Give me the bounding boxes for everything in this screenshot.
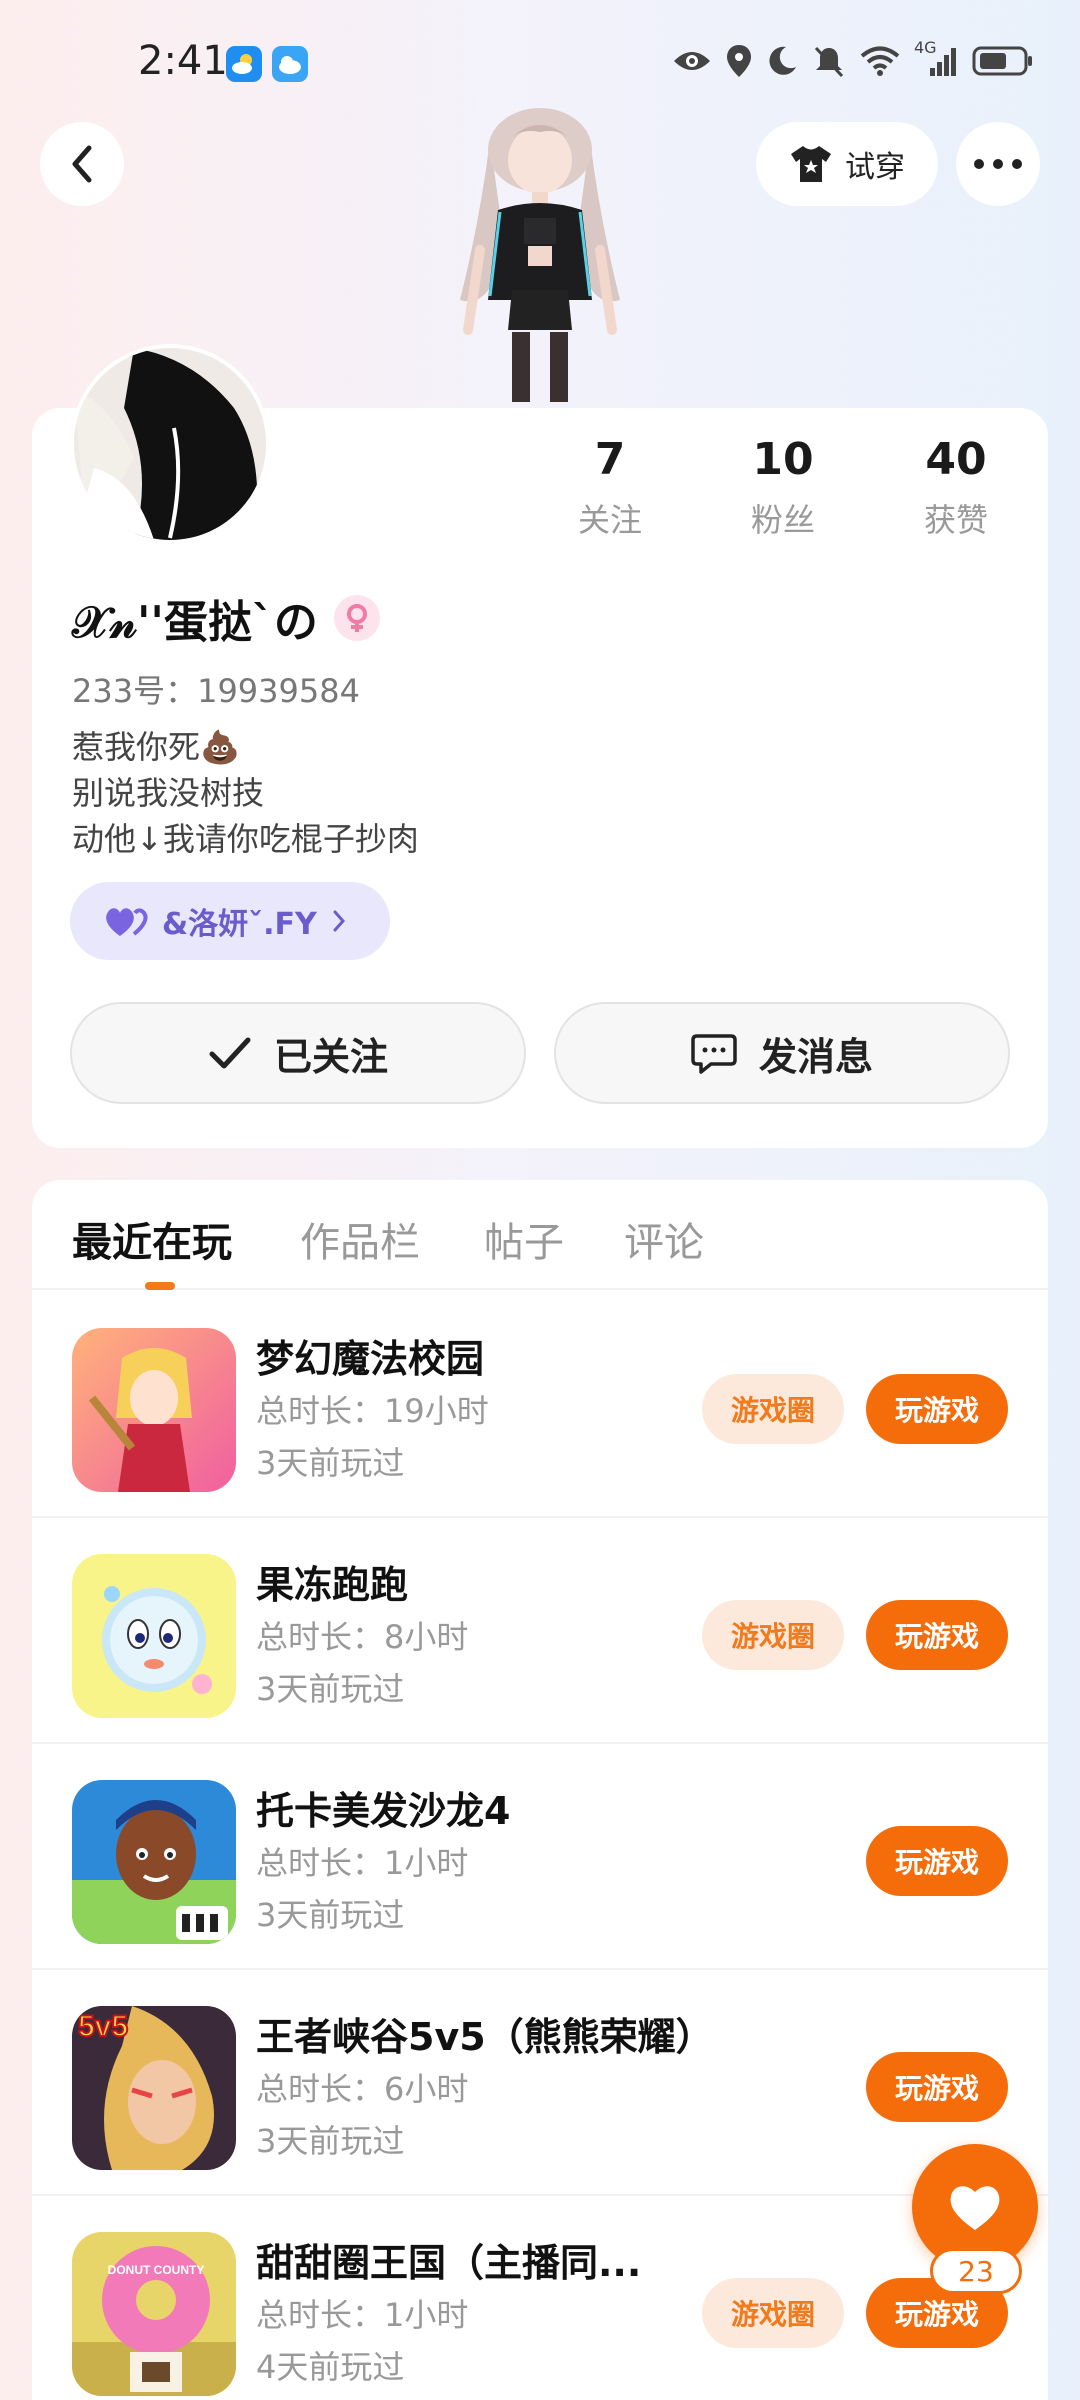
play-game-button[interactable]: 玩游戏 [866, 1826, 1008, 1896]
heart-icon [950, 2186, 1000, 2230]
user-id: 233号：19939584 [72, 672, 360, 710]
stats-row: 7 关注 10 粉丝 40 获赞 [540, 434, 1020, 544]
game-duration: 总时长：8小时 [256, 1618, 469, 1656]
game-icon[interactable] [72, 1780, 236, 1944]
game-last-played: 3天前玩过 [256, 1670, 405, 1708]
signal-icon: 4G [914, 38, 958, 78]
chat-bubble-icon [691, 1034, 737, 1074]
stat-label: 粉丝 [750, 501, 815, 539]
weather-app-icon [226, 46, 262, 82]
more-icon [974, 159, 1022, 169]
game-circle-button[interactable]: 游戏圈 [702, 1374, 844, 1444]
tab-posts[interactable]: 帖子 [484, 1210, 564, 1268]
more-options-button[interactable] [956, 122, 1040, 206]
game-duration: 总时长：1小时 [256, 2296, 469, 2334]
game-name: 王者峡谷5v5（熊熊荣耀） [256, 2015, 714, 2059]
chevron-left-icon [72, 145, 92, 183]
bio-line: 别说我没树技 [72, 774, 265, 812]
network-type: 4G [914, 38, 937, 57]
wifi-icon [860, 46, 900, 76]
cp-name: &洛妍ˇ.FY [162, 907, 317, 942]
game-row[interactable]: 果冻跑跑 总时长：8小时 3天前玩过 游戏圈 玩游戏 [32, 1518, 1048, 1744]
stat-value: 40 [925, 434, 987, 485]
stat-label: 关注 [577, 501, 642, 539]
bio-line: 惹我你死💩 [72, 728, 240, 766]
play-game-button[interactable]: 玩游戏 [866, 1374, 1008, 1444]
follow-label: 已关注 [273, 1034, 388, 1079]
game-name: 托卡美发沙龙4 [256, 1789, 511, 1833]
game-row[interactable]: DONUT COUNTY 甜甜圈王国（主播同... 总时长：1小时 4天前玩过 … [32, 2196, 1048, 2400]
stat-value: 7 [594, 434, 626, 485]
game-badge: DONUT COUNTY [108, 2263, 205, 2277]
avatar[interactable] [70, 344, 270, 544]
play-game-button[interactable]: 玩游戏 [866, 2052, 1008, 2122]
eye-icon [674, 52, 710, 70]
chevron-right-icon [333, 910, 345, 932]
avatar-photo-image [74, 348, 266, 540]
cp-relationship-tag[interactable]: &洛妍ˇ.FY [70, 882, 390, 960]
game-last-played: 3天前玩过 [256, 1444, 405, 1482]
tab-works[interactable]: 作品栏 [300, 1210, 420, 1268]
game-duration: 总时长：19小时 [256, 1392, 489, 1430]
game-circle-button[interactable]: 游戏圈 [702, 2278, 844, 2348]
game-row[interactable]: 托卡美发沙龙4 总时长：1小时 3天前玩过 玩游戏 [32, 1744, 1048, 1970]
tab-bar: 最近在玩 作品栏 帖子 评论 [32, 1180, 1048, 1290]
game-icon[interactable] [72, 1328, 236, 1492]
bio-line: 动他↓我请你吃棍子抄肉 [72, 820, 419, 858]
female-gender-icon [333, 595, 380, 641]
stat-followers[interactable]: 10 粉丝 [713, 434, 853, 541]
avatar-character-image [460, 108, 620, 402]
game-last-played: 4天前玩过 [256, 2348, 405, 2386]
message-label: 发消息 [758, 1034, 873, 1079]
stat-value: 10 [752, 434, 814, 485]
game-icon[interactable]: 5v5 [72, 2006, 236, 2170]
nickname-row: 𝒳𝓃''蛋挞`の [72, 586, 380, 650]
message-button[interactable]: 发消息 [554, 1002, 1010, 1104]
moon-icon [769, 46, 796, 75]
battery-icon [972, 46, 1032, 76]
play-game-button[interactable]: 玩游戏 [866, 1600, 1008, 1670]
tab-active-indicator [145, 1282, 175, 1290]
stat-following[interactable]: 7 关注 [540, 434, 680, 541]
try-on-label: 试穿 [845, 150, 905, 185]
bio: 惹我你死💩 别说我没树技 动他↓我请你吃棍子抄肉 [72, 724, 419, 862]
game-duration: 总时长：6小时 [256, 2070, 469, 2108]
mute-bell-icon [814, 46, 844, 78]
game-circle-button[interactable]: 游戏圈 [702, 1600, 844, 1670]
tab-recently-played[interactable]: 最近在玩 [72, 1210, 232, 1268]
location-icon [727, 45, 751, 77]
try-on-button[interactable]: 试穿 [756, 122, 938, 206]
game-name: 甜甜圈王国（主播同... [256, 2241, 642, 2285]
tab-comments[interactable]: 评论 [624, 1210, 704, 1268]
back-button[interactable] [40, 122, 124, 206]
stat-likes[interactable]: 40 获赞 [886, 434, 1026, 541]
games-card: 最近在玩 作品栏 帖子 评论 梦幻魔法校园 总时长：19小时 3天前玩过 游戏圈… [32, 1180, 1048, 2400]
game-last-played: 3天前玩过 [256, 2122, 405, 2160]
game-icon[interactable] [72, 1554, 236, 1718]
game-row[interactable]: 5v5 王者峡谷5v5（熊熊荣耀） 总时长：6小时 3天前玩过 玩游戏 [32, 1970, 1048, 2196]
follow-button[interactable]: 已关注 [70, 1002, 526, 1104]
tshirt-icon [791, 146, 831, 182]
game-badge: 5v5 [78, 2010, 128, 2043]
game-icon[interactable]: DONUT COUNTY [72, 2232, 236, 2396]
game-name: 果冻跑跑 [256, 1563, 409, 1607]
game-name: 梦幻魔法校园 [256, 1337, 485, 1381]
game-row[interactable]: 梦幻魔法校园 总时长：19小时 3天前玩过 游戏圈 玩游戏 [32, 1292, 1048, 1518]
game-duration: 总时长：1小时 [256, 1844, 469, 1882]
stat-label: 获赞 [923, 501, 988, 539]
cloud-app-icon [272, 46, 308, 82]
game-last-played: 3天前玩过 [256, 1896, 405, 1934]
check-icon [209, 1037, 251, 1069]
couple-heart-icon [106, 908, 148, 936]
like-count-badge: 23 [930, 2248, 1022, 2294]
nickname: 𝒳𝓃''蛋挞`の [72, 597, 318, 648]
status-time: 2:41 [138, 38, 228, 84]
